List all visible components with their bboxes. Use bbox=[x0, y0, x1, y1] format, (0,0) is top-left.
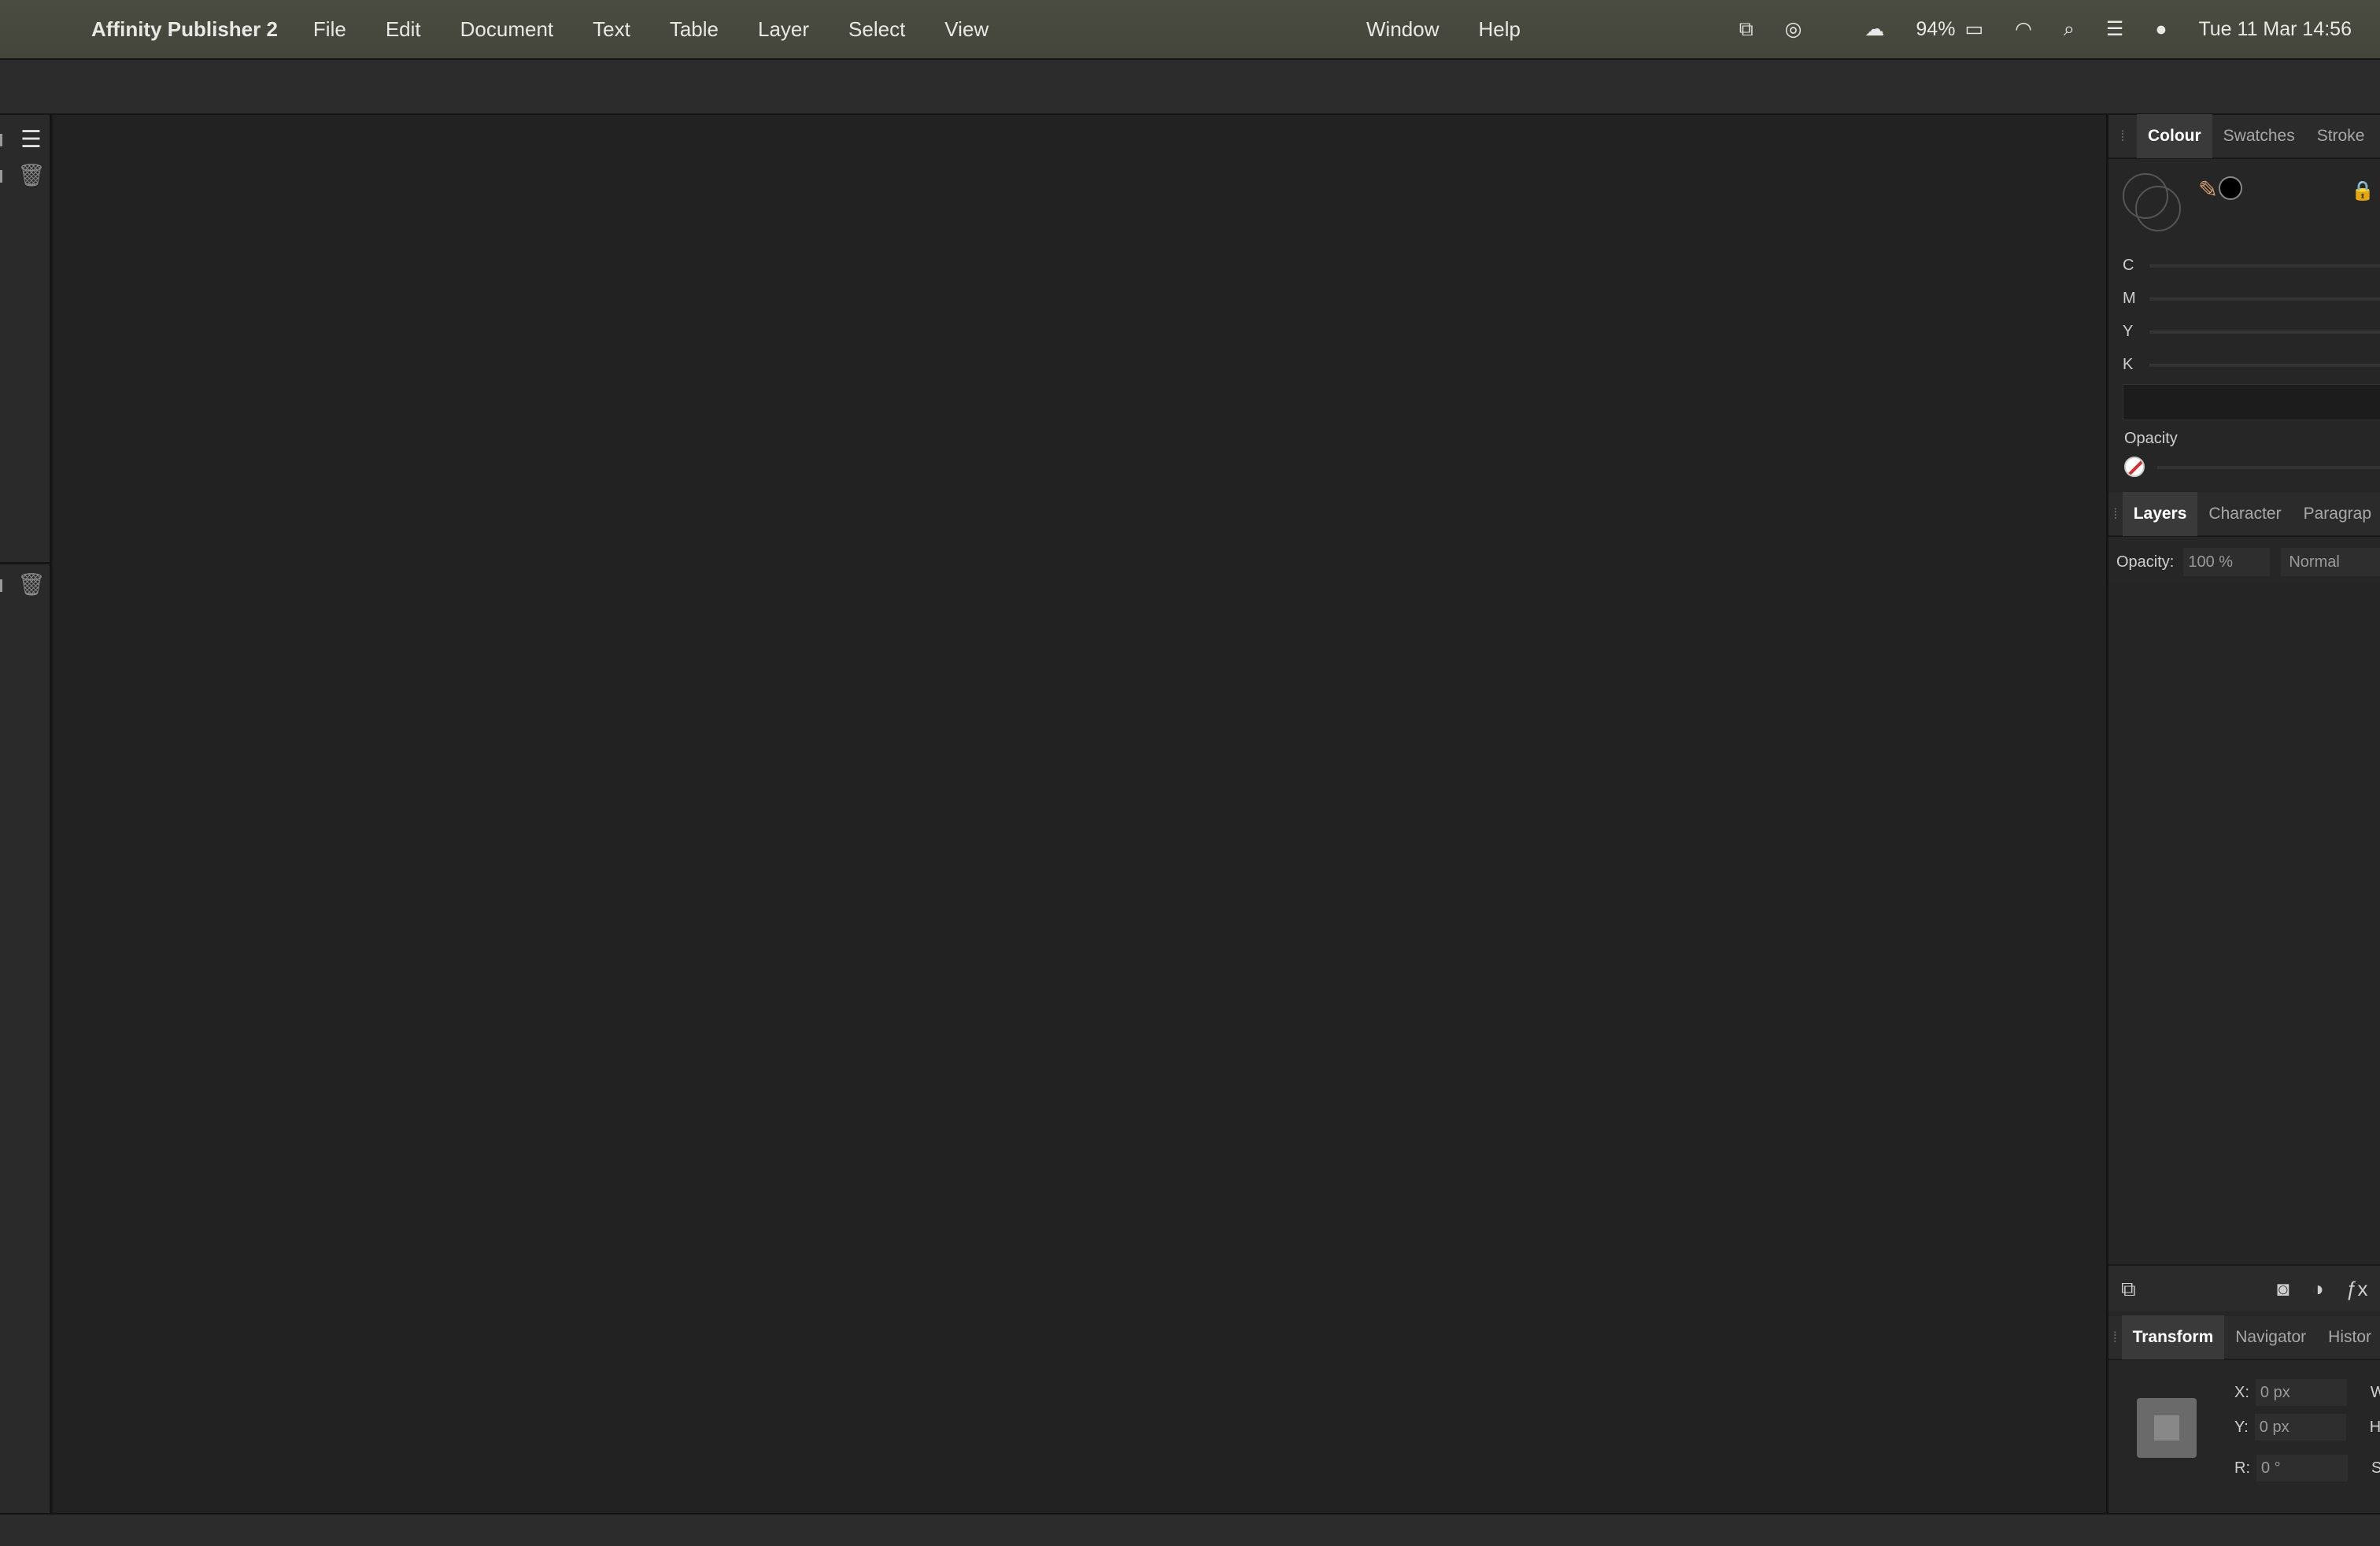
transform-x-row: X: 0 px W bbox=[2234, 1379, 2380, 1406]
opacity-label: Opacity bbox=[2124, 430, 2178, 447]
eyedropper-icon[interactable]: ✎ bbox=[2198, 176, 2218, 204]
screen-mirror-icon[interactable]: ⧉ bbox=[1739, 18, 1754, 41]
panel-menu-icon[interactable]: ☰ bbox=[20, 126, 42, 153]
x-label: X: bbox=[2234, 1383, 2249, 1401]
left-studio-panel: ☰ 🗑 🗑 bbox=[0, 115, 52, 1513]
search-icon[interactable]: ⌕ bbox=[2064, 18, 2075, 41]
current-colour-swatch[interactable] bbox=[2219, 176, 2242, 200]
grip-icon[interactable]: ⁞ bbox=[2108, 506, 2123, 523]
slider-k[interactable]: K bbox=[2123, 356, 2380, 375]
transform-tabbar: ⁞ Transform Navigator Histor bbox=[2108, 1315, 2380, 1360]
tab-history[interactable]: Histor bbox=[2317, 1315, 2380, 1359]
layer-opacity-label: Opacity: bbox=[2116, 553, 2175, 571]
menu-view[interactable]: View bbox=[944, 17, 989, 42]
slider-y[interactable]: Y bbox=[2123, 323, 2380, 342]
s-label: S bbox=[2371, 1459, 2380, 1477]
tab-transform[interactable]: Transform bbox=[2121, 1315, 2225, 1359]
w-label: W bbox=[2370, 1383, 2380, 1401]
lock-icon[interactable]: 🔒 bbox=[2351, 179, 2374, 202]
slider-label: C bbox=[2123, 257, 2134, 274]
panel-edge-tick bbox=[0, 134, 2, 146]
tab-navigator[interactable]: Navigator bbox=[2224, 1315, 2317, 1359]
right-studio-panel: ⁞ Colour Swatches Stroke ✎ 🔒 C M Y K Opa… bbox=[2106, 114, 2380, 1513]
opacity-slider[interactable] bbox=[2157, 466, 2380, 469]
grip-icon[interactable]: ⁞ bbox=[2108, 128, 2137, 145]
slider-label: M bbox=[2123, 290, 2136, 307]
tab-stroke[interactable]: Stroke bbox=[2306, 114, 2376, 158]
context-toolbar bbox=[0, 58, 2380, 115]
layer-opacity-field[interactable]: 100 % bbox=[2183, 548, 2271, 576]
r-label: R: bbox=[2234, 1459, 2250, 1477]
x-field[interactable]: 0 px bbox=[2255, 1379, 2347, 1406]
menu-help[interactable]: Help bbox=[1478, 17, 1520, 42]
transform-y-row: Y: 0 px H bbox=[2234, 1414, 2380, 1441]
right-menus: Window Help bbox=[1366, 0, 1560, 58]
slider-m[interactable]: M bbox=[2123, 290, 2380, 309]
grip-icon[interactable]: ⁞ bbox=[2108, 1330, 2122, 1346]
fx-icon[interactable]: ƒx bbox=[2346, 1277, 2367, 1301]
layers-list[interactable] bbox=[2108, 584, 2380, 1269]
menu-document[interactable]: Document bbox=[460, 17, 554, 42]
battery-icon[interactable]: ▭ bbox=[1964, 17, 1983, 41]
slider-track[interactable] bbox=[2149, 331, 2380, 334]
slider-track[interactable] bbox=[2149, 364, 2380, 367]
tab-colour[interactable]: Colour bbox=[2137, 114, 2212, 158]
menu-edit[interactable]: Edit bbox=[386, 17, 421, 42]
r-field[interactable]: 0 ° bbox=[2256, 1455, 2348, 1481]
layers-footer: ⧉ ◙ ◑ ƒx bbox=[2108, 1264, 2380, 1311]
menu-layer[interactable]: Layer bbox=[758, 17, 809, 42]
panel-edge-tick bbox=[0, 579, 2, 592]
battery-percent[interactable]: 94% bbox=[1916, 18, 1955, 41]
slider-label: K bbox=[2123, 356, 2134, 373]
transform-r-row: R: 0 ° S bbox=[2234, 1455, 2380, 1481]
trash-icon[interactable]: 🗑 bbox=[17, 571, 46, 597]
slider-track[interactable] bbox=[2149, 298, 2380, 301]
arrange-icon[interactable]: ⧉ bbox=[2121, 1277, 2136, 1302]
fill-stroke-circles[interactable] bbox=[2123, 173, 2182, 233]
tab-character[interactable]: Character bbox=[2197, 492, 2292, 536]
slider-label: Y bbox=[2123, 323, 2134, 340]
tab-swatches[interactable]: Swatches bbox=[2212, 114, 2306, 158]
tab-layers[interactable]: Layers bbox=[2122, 492, 2198, 536]
mask-icon[interactable]: ◙ bbox=[2277, 1277, 2289, 1301]
layers-tabbar: ⁞ Layers Character Paragrap bbox=[2108, 492, 2380, 537]
status-area: ⧉ ◎ ☁ 94% ▭ ◠ ⌕ ☰ ● Tue 11 Mar 14:56 bbox=[1739, 17, 2352, 41]
blend-mode-select[interactable]: Normal bbox=[2281, 548, 2380, 576]
h-label: H bbox=[2369, 1418, 2380, 1436]
panel-edge-tick bbox=[0, 170, 2, 183]
tab-paragraph[interactable]: Paragrap bbox=[2293, 492, 2380, 536]
layers-section: Opacity: 100 % Normal ⧉ ◙ ◑ ƒx bbox=[2108, 537, 2380, 1311]
status-bar bbox=[0, 1513, 2380, 1546]
menu-file[interactable]: File bbox=[313, 17, 346, 42]
menu-bar: Affinity Publisher 2 File Edit Document … bbox=[0, 0, 2380, 58]
colour-section: ✎ 🔒 C M Y K Opacity bbox=[2108, 159, 2380, 490]
cloud-icon[interactable]: ☁ bbox=[1864, 17, 1884, 41]
y-field[interactable]: 0 px bbox=[2254, 1414, 2346, 1441]
cd-icon[interactable]: ◎ bbox=[1785, 17, 1802, 41]
slider-track[interactable] bbox=[2149, 264, 2380, 268]
slider-c[interactable]: C bbox=[2123, 257, 2380, 276]
anchor-point-selector[interactable] bbox=[2137, 1398, 2197, 1458]
menu-window[interactable]: Window bbox=[1366, 17, 1439, 42]
menu-table[interactable]: Table bbox=[670, 17, 719, 42]
clock[interactable]: Tue 11 Mar 14:56 bbox=[2198, 18, 2352, 41]
y-label: Y: bbox=[2234, 1418, 2249, 1436]
transform-section: X: 0 px W Y: 0 px H R: 0 ° S bbox=[2108, 1360, 2380, 1513]
document-canvas[interactable] bbox=[54, 115, 2106, 1513]
menu-text[interactable]: Text bbox=[593, 17, 630, 42]
trash-icon[interactable]: 🗑 bbox=[17, 162, 46, 188]
app-name-menu[interactable]: Affinity Publisher 2 bbox=[91, 17, 278, 42]
control-center-icon[interactable]: ☰ bbox=[2106, 17, 2123, 41]
siri-icon[interactable]: ● bbox=[2155, 18, 2167, 41]
colour-tabbar: ⁞ Colour Swatches Stroke bbox=[2108, 114, 2380, 159]
layer-options: Opacity: 100 % Normal bbox=[2116, 548, 2380, 576]
none-colour-icon[interactable] bbox=[2124, 457, 2145, 477]
wifi-icon[interactable]: ◠ bbox=[2015, 17, 2032, 41]
adjustment-icon[interactable]: ◑ bbox=[2312, 1277, 2324, 1301]
menu-select[interactable]: Select bbox=[848, 17, 905, 42]
colour-value-field[interactable] bbox=[2123, 384, 2380, 420]
